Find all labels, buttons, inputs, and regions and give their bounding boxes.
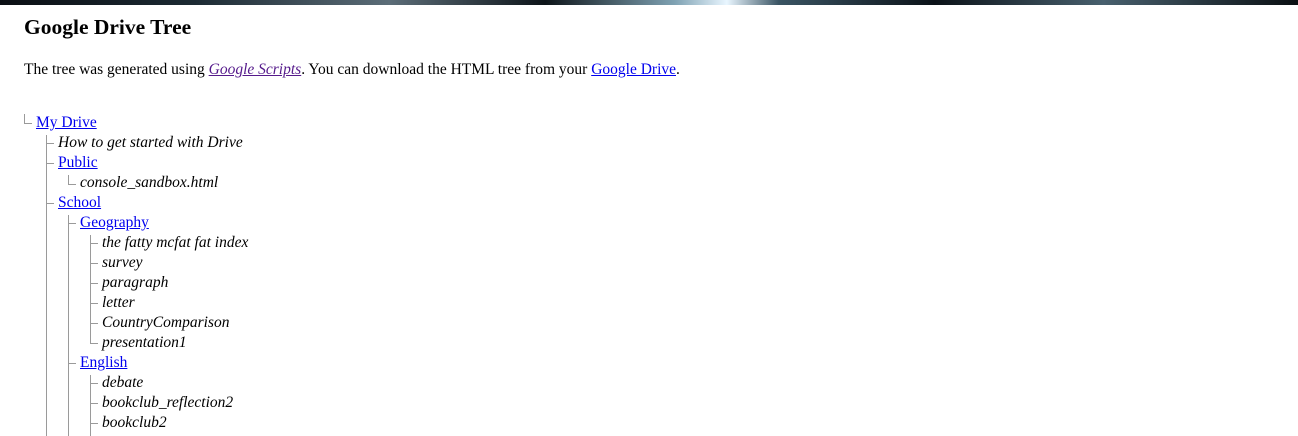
tree-connector [46, 135, 47, 436]
tree-connector [24, 123, 32, 124]
tree-connector [90, 383, 98, 384]
tree-connector [90, 403, 98, 404]
file-debate: debate [102, 374, 144, 391]
tree-connector [68, 215, 69, 436]
folder-my-drive-link[interactable]: My Drive [36, 114, 97, 132]
tree-connector [68, 184, 76, 185]
folder-public-link[interactable]: Public [58, 154, 98, 172]
tree-connector [90, 243, 98, 244]
tree-connector [46, 203, 54, 204]
file-bookclub-reflection2: bookclub_reflection2 [102, 394, 234, 411]
tree-connector [46, 143, 54, 144]
tree-connector [90, 235, 91, 344]
file-bookclub2: bookclub2 [102, 414, 167, 431]
tree-connector [90, 323, 98, 324]
tree-connector [90, 375, 91, 436]
file-fatty-index: the fatty mcfat fat index [102, 234, 249, 251]
file-console-sandbox: console_sandbox.html [80, 174, 219, 191]
folder-school-link[interactable]: School [58, 194, 101, 212]
tree-connector [90, 263, 98, 264]
drive-tree: My Drive How to get started with Drive P… [0, 0, 1298, 436]
file-paragraph: paragraph [102, 274, 169, 291]
file-presentation1: presentation1 [102, 334, 187, 351]
file-how-to-get-started: How to get started with Drive [58, 134, 243, 151]
tree-connector [90, 423, 98, 424]
tree-connector [68, 223, 76, 224]
file-letter: letter [102, 294, 135, 311]
tree-connector [90, 303, 98, 304]
tree-connector [68, 363, 76, 364]
tree-connector [90, 343, 98, 344]
folder-geography-link[interactable]: Geography [80, 214, 149, 232]
folder-english-link[interactable]: English [80, 354, 127, 372]
tree-connector [46, 163, 54, 164]
tree-connector [90, 283, 98, 284]
file-survey: survey [102, 254, 143, 271]
file-country-comparison: CountryComparison [102, 314, 230, 331]
